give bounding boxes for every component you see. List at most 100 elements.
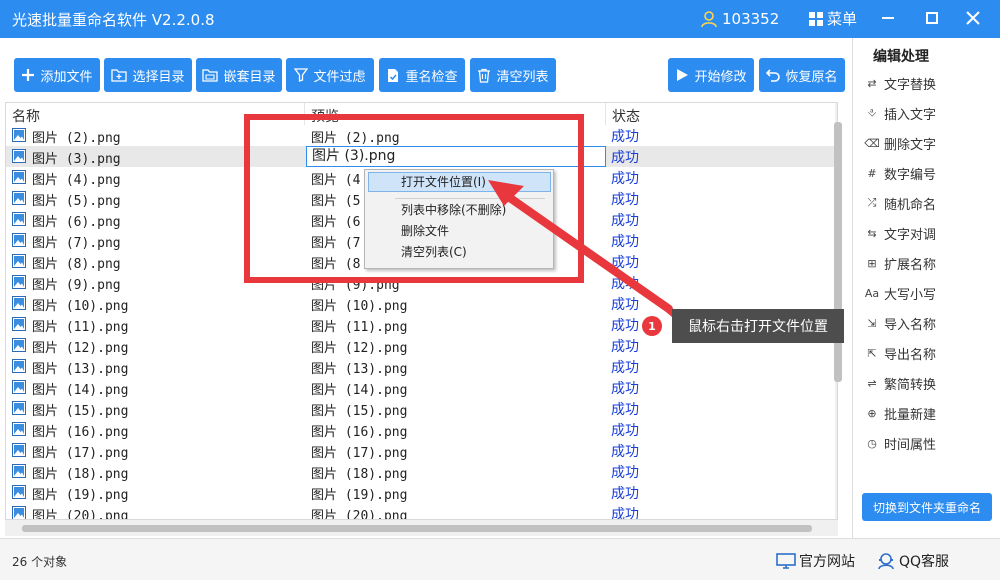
duplicate-check-label: 重名检查: [405, 69, 458, 85]
cell-name: 图片 (8).png: [32, 257, 121, 272]
official-website-label: 官方网站: [799, 554, 855, 570]
menu-grid-icon[interactable]: [808, 11, 824, 27]
title-bar: 光速批量重命名软件 V2.2.0.8 103352 菜单: [0, 0, 1000, 38]
cell-status: 成功: [611, 297, 639, 313]
select-directory-button[interactable]: 选择目录: [104, 58, 192, 92]
column-header-name[interactable]: 名称: [12, 106, 40, 126]
official-website-link[interactable]: 官方网站: [776, 551, 855, 571]
cell-status: 成功: [611, 234, 639, 250]
image-file-icon: [12, 296, 26, 310]
sidebar-item-4[interactable]: # 数字编号: [863, 160, 993, 186]
vertical-scroll-thumb[interactable]: [834, 122, 842, 382]
restore-name-button[interactable]: 恢复原名: [759, 58, 845, 92]
cell-name: 图片 (17).png: [32, 446, 129, 461]
step-badge: 1: [642, 316, 662, 336]
annotation-tooltip: 鼠标右击打开文件位置: [672, 309, 844, 343]
panel-title: 编辑处理: [873, 49, 929, 65]
document-check-icon: [388, 68, 399, 82]
cell-preview: 图片 (10).png: [311, 299, 408, 314]
image-file-icon: [12, 212, 26, 226]
cell-preview: 图片 (17).png: [311, 446, 408, 461]
sidebar-item-9[interactable]: ⇲ 导入名称: [863, 310, 993, 336]
menu-button[interactable]: 菜单: [827, 8, 857, 29]
nested-directory-button[interactable]: 嵌套目录: [196, 58, 282, 92]
start-modify-button[interactable]: 开始修改: [668, 58, 754, 92]
menu-delete-file[interactable]: 删除文件: [368, 221, 551, 241]
table-row[interactable]: 图片 (15).png 图片 (15).png 成功: [6, 398, 834, 419]
cell-status: 成功: [611, 213, 639, 229]
table-row[interactable]: 图片 (18).png 图片 (18).png 成功: [6, 461, 834, 482]
user-id[interactable]: 103352: [722, 10, 779, 28]
cell-status: 成功: [611, 360, 639, 376]
minimize-button[interactable]: [876, 6, 900, 30]
table-row[interactable]: 图片 (16).png 图片 (16).png 成功: [6, 419, 834, 440]
sidebar-item-label: 文字替换: [884, 77, 937, 93]
cell-preview: 图片 (14).png: [311, 383, 408, 398]
file-filter-button[interactable]: 文件过虑: [286, 58, 374, 92]
sidebar-item-label: 繁简转换: [884, 377, 937, 393]
sidebar-item-1[interactable]: ⇄ 文字替换: [863, 70, 993, 96]
sidebar-item-2[interactable]: ⎀ 插入文字: [863, 100, 993, 126]
folder-plus-icon: [111, 69, 128, 82]
headset-icon: [878, 553, 894, 570]
case-icon: Aa: [864, 286, 880, 300]
menu-remove-from-list[interactable]: 列表中移除(不删除): [368, 200, 551, 220]
numbering-icon: #: [867, 166, 877, 180]
user-icon[interactable]: [700, 10, 718, 28]
cell-name: 图片 (11).png: [32, 320, 129, 335]
clear-list-label: 清空列表: [496, 69, 549, 85]
sidebar-item-13[interactable]: ◷ 时间属性: [863, 430, 993, 456]
sidebar-item-3[interactable]: ⌫ 删除文字: [863, 130, 993, 156]
cell-name: 图片 (19).png: [32, 488, 129, 503]
maximize-button[interactable]: [920, 6, 944, 30]
image-file-icon: [12, 338, 26, 352]
menu-separator: [395, 198, 545, 199]
table-row[interactable]: 图片 (17).png 图片 (17).png 成功: [6, 440, 834, 461]
cell-status: 成功: [611, 192, 639, 208]
cell-status: 成功: [611, 129, 639, 145]
sidebar-item-6[interactable]: ⇆ 文字对调: [863, 220, 993, 246]
duplicate-check-button[interactable]: 重名检查: [379, 58, 465, 92]
select-directory-label: 选择目录: [132, 69, 185, 85]
cell-name: 图片 (3).png: [32, 152, 121, 167]
close-button[interactable]: [961, 6, 985, 30]
sidebar-item-label: 导入名称: [884, 317, 937, 333]
sidebar-item-8[interactable]: Aa 大写小写: [863, 280, 993, 306]
sidebar-item-12[interactable]: ⊕ 批量新建: [863, 400, 993, 426]
cell-name: 图片 (16).png: [32, 425, 129, 440]
table-row[interactable]: 图片 (19).png 图片 (19).png 成功: [6, 482, 834, 503]
cell-status: 成功: [611, 171, 639, 187]
cell-preview: 图片 (19).png: [311, 488, 408, 503]
column-header-status[interactable]: 状态: [612, 106, 640, 126]
clear-list-button[interactable]: 清空列表: [470, 58, 556, 92]
image-file-icon: [12, 443, 26, 457]
plus-icon: [22, 69, 35, 81]
sidebar-item-10[interactable]: ⇱ 导出名称: [863, 340, 993, 366]
qq-support-link[interactable]: QQ客服: [876, 551, 949, 571]
sidebar-item-11[interactable]: ⇌ 繁简转换: [863, 370, 993, 396]
cell-status: 成功: [611, 507, 639, 520]
shuffle-icon: ⤮: [867, 196, 877, 209]
funnel-icon: [294, 68, 309, 82]
sidebar-item-label: 随机命名: [884, 197, 937, 213]
menu-clear-list[interactable]: 清空列表(C): [368, 242, 551, 262]
table-row[interactable]: 图片 (14).png 图片 (14).png 成功: [6, 377, 834, 398]
horizontal-scroll-thumb[interactable]: [22, 525, 812, 532]
add-file-button[interactable]: 添加文件: [14, 58, 100, 92]
cell-name: 图片 (14).png: [32, 383, 129, 398]
switch-folder-rename-button[interactable]: 切换到文件夹重命名: [862, 493, 992, 521]
delete-text-icon: ⌫: [864, 136, 880, 150]
swap-icon: ⇆: [867, 226, 877, 240]
cell-status: 成功: [611, 339, 639, 355]
sidebar-item-label: 批量新建: [884, 407, 937, 423]
sidebar-item-7[interactable]: ⊞ 扩展名称: [863, 250, 993, 276]
cell-status: 成功: [611, 276, 639, 292]
cell-name: 图片 (9).png: [32, 278, 121, 293]
table-row[interactable]: 图片 (20).png 图片 (20).png 成功: [6, 503, 834, 520]
table-row[interactable]: 图片 (13).png 图片 (13).png 成功: [6, 356, 834, 377]
menu-open-file-location[interactable]: 打开文件位置(I): [368, 172, 551, 192]
column-divider[interactable]: [605, 103, 606, 125]
qq-support-label: QQ客服: [899, 554, 950, 570]
cell-status: 成功: [611, 381, 639, 397]
sidebar-item-5[interactable]: ⤮ 随机命名: [863, 190, 993, 216]
